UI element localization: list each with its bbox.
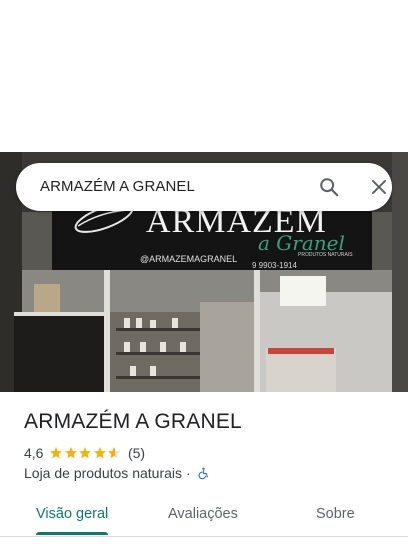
active-tab-indicator xyxy=(36,532,108,535)
tab-about[interactable]: Sobre xyxy=(316,506,355,522)
rating-stars xyxy=(49,446,122,460)
map-blank-area xyxy=(0,0,408,152)
wheelchair-accessible-icon xyxy=(198,467,208,480)
star-icon xyxy=(79,447,92,459)
category-label: Loja de produtos naturais xyxy=(24,465,182,481)
close-icon[interactable] xyxy=(370,178,388,196)
star-icon xyxy=(50,447,63,459)
tab-reviews[interactable]: Avaliações xyxy=(168,506,238,522)
category-row: Loja de produtos naturais · xyxy=(24,465,210,481)
separator: · xyxy=(186,465,191,481)
star-icon xyxy=(65,447,77,459)
search-bar[interactable]: ARMAZÉM A GRANEL xyxy=(16,163,392,211)
sign-instagram-text: @ARMAZEMAGRANEL xyxy=(140,254,237,264)
place-tabs: Visão geral Avaliações Sobre xyxy=(0,497,408,537)
star-icon xyxy=(94,447,106,459)
search-input[interactable]: ARMAZÉM A GRANEL xyxy=(40,178,195,195)
star-icon xyxy=(108,447,121,459)
rating-row[interactable]: 4,6 (5) xyxy=(24,445,145,461)
sign-phone-text: 9 9903-1914 xyxy=(252,261,297,270)
search-icon[interactable] xyxy=(318,176,340,198)
review-count[interactable]: (5) xyxy=(128,445,145,461)
place-title: ARMAZÉM A GRANEL xyxy=(24,410,242,433)
rating-value: 4,6 xyxy=(24,445,44,461)
tab-overview[interactable]: Visão geral xyxy=(36,506,108,522)
sign-tag-text: PRODUTOS NATURAIS xyxy=(298,252,353,258)
